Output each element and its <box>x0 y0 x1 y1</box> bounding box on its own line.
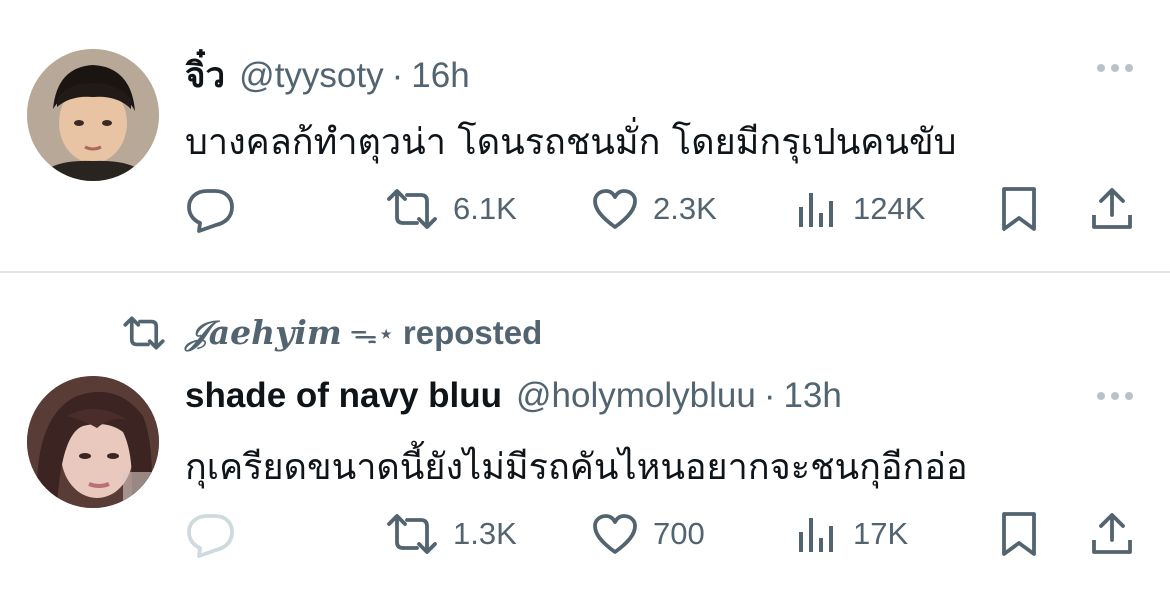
tweet-text: บางคลก้ทำตุวน่า โดนรถชนมั่ก โดยมีกรุเปนค… <box>185 122 957 163</box>
reposter-name[interactable]: 𝒥aehyim <box>186 313 342 353</box>
reply-icon <box>187 514 234 558</box>
view-count: 124K <box>853 191 926 226</box>
repost-banner: 𝒥aehyim ᯓ⋆ reposted <box>122 313 542 353</box>
share-button[interactable] <box>1090 184 1134 234</box>
action-bar: 1.3K 700 17K <box>185 509 1145 559</box>
like-count: 700 <box>653 516 705 551</box>
tweet-header: shade of navy bluu @holymolybluu · 13h <box>185 376 842 416</box>
repost-indicator-icon <box>123 316 165 350</box>
bookmark-button[interactable] <box>999 509 1039 559</box>
retweet-button[interactable]: 6.1K <box>385 184 517 234</box>
like-button[interactable]: 2.3K <box>591 184 717 234</box>
bookmark-button[interactable] <box>999 184 1039 234</box>
timestamp[interactable]: 16h <box>411 56 469 96</box>
share-icon <box>1092 188 1132 229</box>
author-handle[interactable]: @holymolybluu <box>516 376 756 416</box>
like-icon <box>593 514 637 554</box>
more-icon[interactable] <box>1097 392 1133 400</box>
timestamp[interactable]: 13h <box>783 376 841 416</box>
action-bar: 6.1K 2.3K 124K <box>185 184 1145 234</box>
reposter-decoration: ᯓ⋆ <box>349 318 395 349</box>
retweet-button[interactable]: 1.3K <box>385 509 517 559</box>
author-name[interactable]: จิ๋ว <box>185 48 225 103</box>
share-button[interactable] <box>1090 509 1134 559</box>
avatar-image <box>27 376 159 508</box>
retweet-count: 6.1K <box>453 191 517 226</box>
avatar[interactable] <box>27 49 159 181</box>
view-count: 17K <box>853 516 909 551</box>
like-button[interactable]: 700 <box>591 509 705 559</box>
more-icon[interactable] <box>1097 64 1133 72</box>
tweet[interactable]: 𝒥aehyim ᯓ⋆ reposted shade of navy bluu @… <box>0 273 1170 601</box>
views-button[interactable]: 124K <box>795 184 925 234</box>
reply-icon <box>187 189 234 233</box>
reply-button[interactable] <box>185 184 251 234</box>
retweet-count: 1.3K <box>453 516 517 551</box>
bookmark-icon <box>1002 512 1036 556</box>
like-icon <box>593 189 637 229</box>
views-icon <box>799 193 833 227</box>
share-icon <box>1092 513 1132 554</box>
author-handle[interactable]: @tyysoty <box>239 56 383 96</box>
views-button[interactable]: 17K <box>795 509 908 559</box>
repost-label: reposted <box>402 314 543 351</box>
retweet-icon <box>387 189 437 229</box>
avatar[interactable] <box>27 376 159 508</box>
bookmark-icon <box>1002 187 1036 231</box>
tweet[interactable]: จิ๋ว @tyysoty · 16h บางคลก้ทำตุวน่า โดนร… <box>0 0 1170 272</box>
author-name[interactable]: shade of navy bluu <box>185 376 502 416</box>
avatar-image <box>27 49 159 181</box>
separator-dot: · <box>391 56 404 95</box>
reply-button[interactable] <box>185 509 251 559</box>
separator-dot: · <box>763 376 776 415</box>
views-icon <box>799 518 833 552</box>
tweet-text: กุเครียดขนาดนี้ยังไม่มีรถคันไหนอยากจะชนก… <box>185 447 968 488</box>
tweet-header: จิ๋ว @tyysoty · 16h <box>185 48 470 103</box>
retweet-icon <box>387 514 437 554</box>
like-count: 2.3K <box>653 191 717 226</box>
